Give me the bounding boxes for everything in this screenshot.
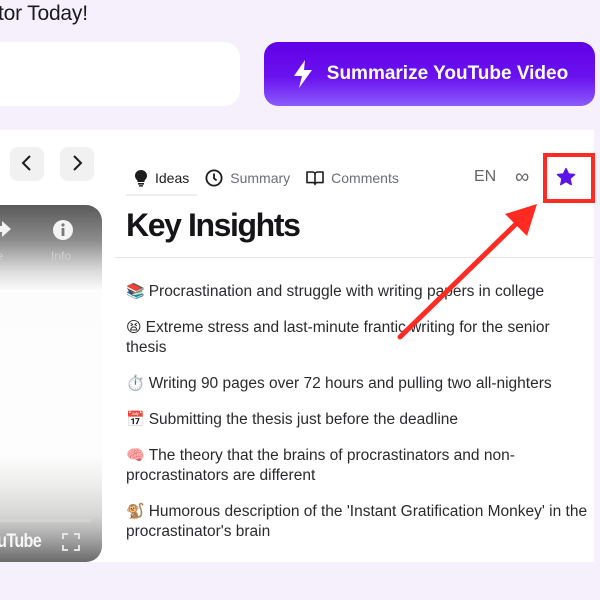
insights-list: 📚 Procrastination and struggle with writi… bbox=[126, 282, 588, 558]
star-icon[interactable] bbox=[556, 167, 576, 187]
infinity-icon[interactable]: ∞ bbox=[515, 166, 529, 188]
lightning-bolt-icon bbox=[291, 59, 315, 89]
tab-comments[interactable]: Comments bbox=[298, 163, 407, 193]
tab-summary-label: Summary bbox=[230, 170, 291, 186]
insight-text: Writing 90 pages over 72 hours and pulli… bbox=[148, 375, 552, 392]
video-progress-bar[interactable] bbox=[0, 519, 91, 522]
tab-comments-label: Comments bbox=[331, 170, 399, 186]
youtube-logo[interactable]: ouTube bbox=[0, 531, 42, 553]
insight-item: 😫 Extreme stress and last-minute frantic … bbox=[126, 318, 588, 358]
stopwatch-emoji-icon: ⏱️ bbox=[126, 375, 145, 392]
calendar-emoji-icon: 📅 bbox=[126, 411, 145, 428]
page-headline: tor Today! bbox=[0, 2, 88, 25]
key-insights-title: Key Insights bbox=[126, 207, 301, 243]
books-emoji-icon: 📚 bbox=[126, 283, 145, 300]
summarize-youtube-video-button[interactable]: Summarize YouTube Video bbox=[264, 42, 595, 106]
insight-item: ⏱️ Writing 90 pages over 72 hours and pul… bbox=[126, 374, 588, 394]
summarize-button-label: Summarize YouTube Video bbox=[326, 63, 569, 84]
chevron-left-icon bbox=[20, 154, 34, 175]
brain-emoji-icon: 🧠 bbox=[126, 447, 145, 464]
info-label: Info bbox=[51, 249, 72, 263]
youtube-url-input[interactable] bbox=[0, 42, 240, 106]
insight-text: Submitting the thesis just before the de… bbox=[148, 411, 459, 428]
chevron-right-icon bbox=[70, 154, 84, 175]
tab-ideas-label: Ideas bbox=[155, 170, 190, 186]
insight-item: 🧠 The theory that the brains of procrasti… bbox=[126, 446, 588, 486]
fullscreen-icon[interactable] bbox=[62, 533, 80, 551]
info-icon[interactable] bbox=[52, 219, 74, 241]
share-label: are bbox=[0, 249, 3, 263]
monkey-emoji-icon: 🐒 bbox=[126, 503, 145, 520]
video-player[interactable]: are Info ouTube bbox=[0, 205, 102, 562]
share-arrow-icon[interactable] bbox=[0, 219, 12, 239]
book-icon bbox=[306, 170, 324, 186]
insight-text: Extreme stress and last-minute frantic w… bbox=[126, 319, 550, 356]
language-selector[interactable]: EN bbox=[474, 168, 496, 186]
tired-face-emoji-icon: 😫 bbox=[126, 319, 142, 336]
tab-summary[interactable]: Summary bbox=[197, 163, 298, 193]
content-tabs: Ideas Summary Comments bbox=[126, 163, 407, 196]
previous-button[interactable] bbox=[10, 147, 44, 181]
tab-ideas[interactable]: Ideas bbox=[126, 163, 198, 196]
clock-icon bbox=[205, 169, 223, 187]
insight-text: Procrastination and struggle with writin… bbox=[148, 283, 545, 300]
next-button[interactable] bbox=[60, 147, 94, 181]
insight-item: 📅 Submitting the thesis just before the d… bbox=[126, 410, 588, 430]
lightbulb-icon bbox=[134, 169, 148, 187]
insight-text: Humorous description of the 'Instant Gra… bbox=[126, 503, 588, 540]
insight-item: 🐒 Humorous description of the 'Instant Gr… bbox=[126, 502, 588, 542]
insight-item: 📚 Procrastination and struggle with writi… bbox=[126, 282, 588, 302]
insight-text: The theory that the brains of procrastin… bbox=[126, 447, 515, 484]
title-divider bbox=[114, 257, 594, 258]
